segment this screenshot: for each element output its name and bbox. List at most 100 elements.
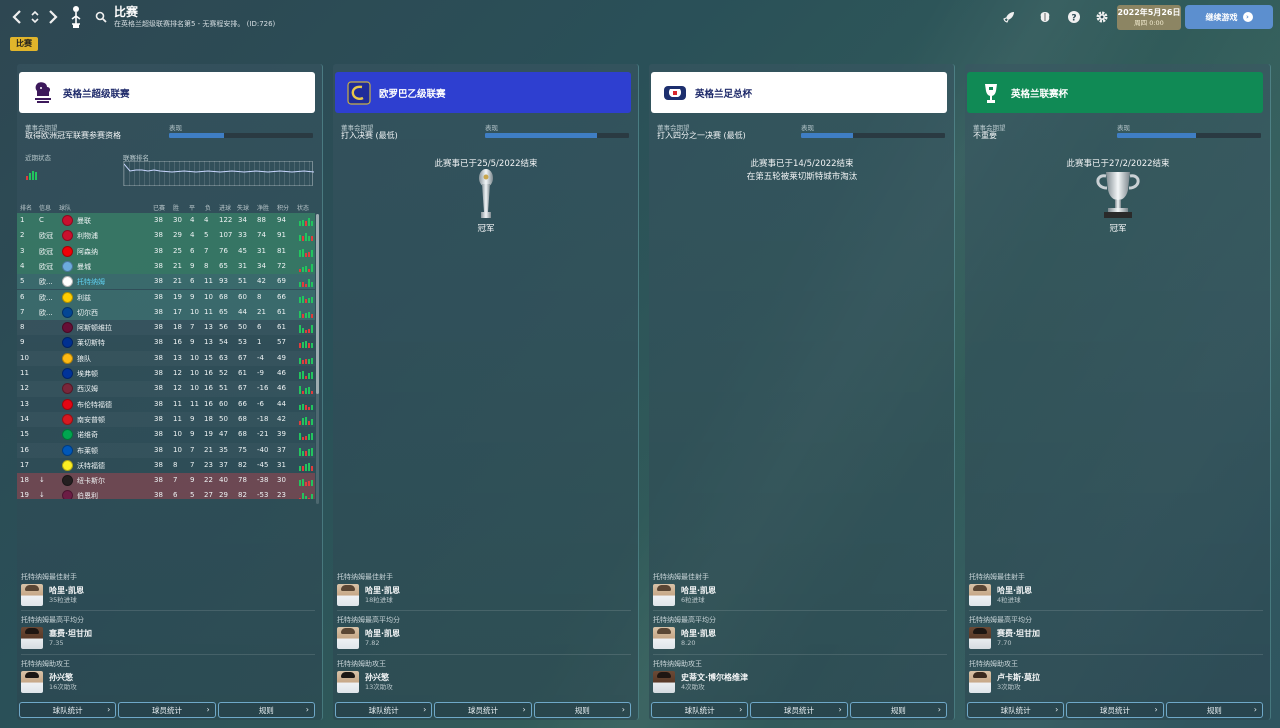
- cell-gf: 47: [219, 430, 228, 439]
- cell-pts: 81: [277, 246, 286, 255]
- history-updown-icon[interactable]: [26, 6, 44, 28]
- rocket-icon[interactable]: [1000, 8, 1018, 26]
- player-stat: 4粒进球: [997, 596, 1021, 604]
- help-icon[interactable]: ?: [1065, 8, 1083, 26]
- table-row[interactable]: 16 布莱顿 38 10 7 21 35 75 -40 37: [17, 443, 315, 458]
- top-rating-row[interactable]: 赛费·坦甘加 7.70: [969, 625, 1263, 651]
- top-rating-title: 托特纳姆最高平均分: [653, 616, 716, 624]
- competition-header-fa-cup[interactable]: 英格兰足总杯: [651, 72, 947, 113]
- player-stats-button[interactable]: 球员统计 ›: [118, 702, 216, 718]
- col-gf: 进球: [219, 205, 232, 212]
- cell-pos: 19: [20, 491, 29, 499]
- cell-pts: 72: [277, 261, 286, 270]
- form-icon: [299, 368, 313, 379]
- table-row[interactable]: 6 欧... 利兹 38 19 9 10 68 60 8 66: [17, 289, 315, 305]
- table-row[interactable]: 5 欧... 托特纳姆 38 21 6 11 93 51 42 69: [17, 274, 315, 290]
- brain-icon[interactable]: [1036, 8, 1054, 26]
- table-row[interactable]: 2 欧冠 利物浦 38 29 4 5 107 33 74 91: [17, 228, 315, 244]
- competition-header-premier-league[interactable]: 英格兰超级联赛: [19, 72, 315, 113]
- table-row[interactable]: 12 西汉姆 38 12 10 16 51 67 -16 46: [17, 381, 315, 396]
- divider: [653, 610, 947, 611]
- date-display[interactable]: 2022年5月26日 周四 0:00: [1117, 5, 1181, 30]
- continue-button[interactable]: 继续游戏 ›: [1185, 5, 1273, 29]
- cell-pos: 18: [20, 476, 29, 485]
- table-row[interactable]: 11 埃弗顿 38 12 10 16 52 61 -9 46: [17, 366, 315, 381]
- table-row[interactable]: 18 ↓ 纽卡斯尔 38 7 9 22 40 78 -38 30: [17, 473, 315, 489]
- top-rating-row[interactable]: 哈里·凯恩 8.20: [653, 625, 947, 651]
- form-icon: [299, 292, 313, 303]
- board-expectation-value: 打入四分之一决赛 (最低): [657, 131, 746, 140]
- cell-gf: 37: [219, 460, 228, 469]
- col-ga: 失球: [237, 205, 250, 212]
- cell-l: 23: [204, 460, 213, 469]
- club-crest-icon[interactable]: [68, 4, 84, 30]
- league-table-scrollbar[interactable]: [316, 214, 319, 504]
- rules-button[interactable]: 规则 ›: [533, 702, 631, 718]
- team-stats-button[interactable]: 球队统计 ›: [967, 702, 1065, 718]
- competition-name: 英格兰超级联赛: [63, 88, 130, 100]
- divider: [337, 610, 631, 611]
- top-rating-row[interactable]: 哈里·凯恩 7.82: [337, 625, 631, 651]
- cell-team: 南安普顿: [77, 415, 105, 424]
- rules-button[interactable]: 规则 ›: [1165, 702, 1263, 718]
- competition-header-europa-conference[interactable]: 欧罗巴乙级联赛: [335, 72, 631, 113]
- player-stats-button[interactable]: 球员统计 ›: [750, 702, 848, 718]
- table-row[interactable]: 14 南安普顿 38 11 9 18 50 68 -18 42: [17, 412, 315, 427]
- table-row[interactable]: 10 狼队 38 13 10 15 63 67 -4 49: [17, 351, 315, 366]
- cell-gf: 93: [219, 277, 228, 286]
- cell-p: 38: [154, 430, 163, 439]
- gear-icon[interactable]: [1093, 8, 1111, 26]
- forward-icon[interactable]: [44, 6, 62, 28]
- tab-matches[interactable]: 比赛: [10, 37, 38, 51]
- cell-w: 12: [173, 369, 182, 377]
- cell-ga: 50: [238, 323, 247, 332]
- top-assist-row[interactable]: 孙兴慜 16次助攻: [21, 669, 315, 695]
- top-scorer-row[interactable]: 哈里·凯恩 4粒进球: [969, 582, 1263, 608]
- table-row[interactable]: 9 莱切斯特 38 16 9 13 54 53 1 57: [17, 335, 315, 350]
- cell-ga: 44: [238, 307, 247, 316]
- cell-gf: 52: [219, 369, 228, 377]
- continue-label: 继续游戏: [1205, 12, 1238, 22]
- current-date: 2022年5月26日: [1117, 8, 1181, 17]
- top-rating-row[interactable]: 塞费·坦甘加 7.35: [21, 625, 315, 651]
- player-stats-button[interactable]: 球员统计 ›: [434, 702, 532, 718]
- cell-d: 7: [190, 445, 195, 454]
- table-row[interactable]: 1 C 曼联 38 30 4 4 122 34 88 94: [17, 213, 315, 229]
- cell-p: 38: [154, 399, 163, 408]
- player-stats-button[interactable]: 球员统计 ›: [1066, 702, 1164, 718]
- cell-l: 11: [204, 307, 213, 316]
- cell-ga: 61: [238, 369, 247, 377]
- top-scorer-row[interactable]: 哈里·凯恩 35粒进球: [21, 582, 315, 608]
- player-stat: 7.35: [49, 639, 64, 647]
- team-stats-button[interactable]: 球队统计 ›: [19, 702, 117, 718]
- cell-info: 欧...: [39, 293, 53, 302]
- table-row[interactable]: 13 布伦特福德 38 11 11 16 60 66 -6 44: [17, 397, 315, 412]
- cell-team: 狼队: [77, 354, 91, 363]
- table-row[interactable]: 19 ↓ 伯恩利 38 6 5 27 29 82 -53 23: [17, 488, 315, 499]
- table-row[interactable]: 15 诺维奇 38 10 9 19 47 68 -21 39: [17, 427, 315, 442]
- cell-ga: 33: [238, 231, 247, 240]
- player-name: 卢卡斯·莫拉: [997, 673, 1041, 682]
- back-icon[interactable]: [8, 6, 26, 28]
- conference-trophy-icon: [333, 168, 639, 222]
- team-stats-button[interactable]: 球队统计 ›: [335, 702, 433, 718]
- cell-w: 29: [173, 231, 182, 240]
- top-assist-row[interactable]: 史蒂文·博尔格维津 4次助攻: [653, 669, 947, 695]
- table-row[interactable]: 7 欧... 切尔西 38 17 10 11 65 44 21 61: [17, 304, 315, 321]
- team-badge-icon: [62, 260, 73, 272]
- top-scorer-row[interactable]: 哈里·凯恩 18粒进球: [337, 582, 631, 608]
- table-row[interactable]: 3 欧冠 阿森纳 38 25 6 7 76 45 31 81: [17, 243, 315, 259]
- top-assist-row[interactable]: 孙兴慜 13次助攻: [337, 669, 631, 695]
- rules-button[interactable]: 规则 ›: [217, 702, 315, 718]
- table-row[interactable]: 4 欧冠 曼城 38 21 9 8 65 31 34 72: [17, 258, 315, 275]
- competition-header-league-cup[interactable]: 英格兰联赛杯: [967, 72, 1263, 113]
- top-assist-row[interactable]: 卢卡斯·莫拉 3次助攻: [969, 669, 1263, 695]
- divider: [653, 654, 947, 655]
- table-row[interactable]: 17 沃特福德 38 8 7 23 37 82 -45 31: [17, 458, 315, 473]
- table-row[interactable]: 8 阿斯顿维拉 38 18 7 13 56 50 6 61: [17, 320, 315, 335]
- cell-w: 18: [173, 323, 182, 332]
- top-scorer-row[interactable]: 哈里·凯恩 6粒进球: [653, 582, 947, 608]
- search-icon[interactable]: [92, 6, 110, 28]
- team-stats-button[interactable]: 球队统计 ›: [651, 702, 749, 718]
- rules-button[interactable]: 规则 ›: [849, 702, 947, 718]
